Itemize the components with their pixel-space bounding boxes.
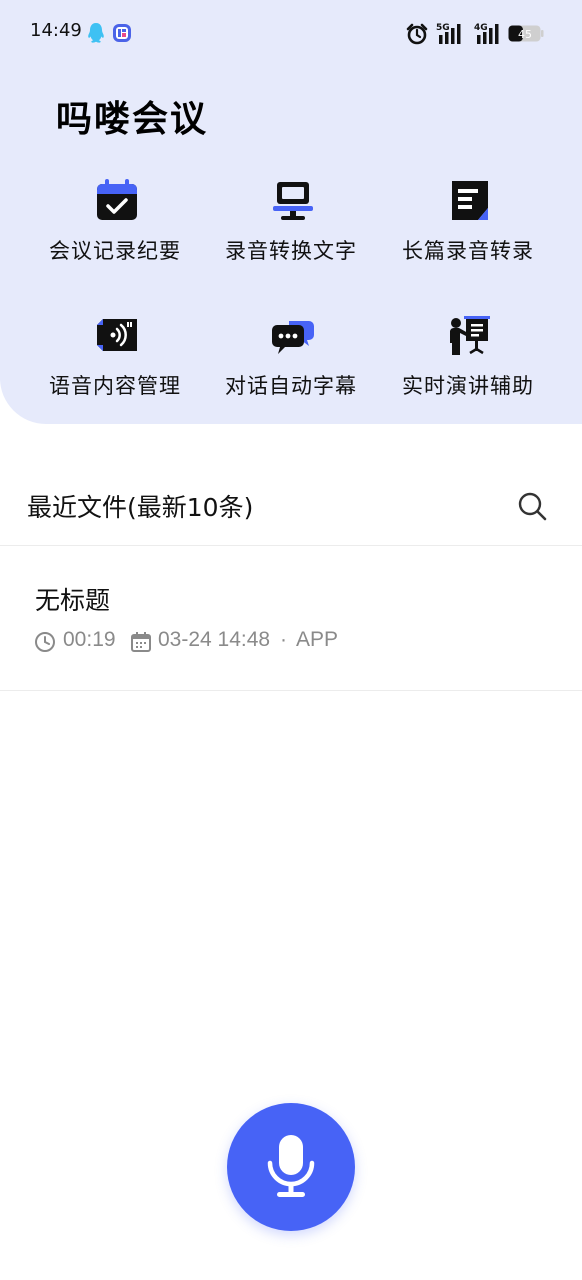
header-panel: 14:49 5G 4G 45 吗喽会议 会议记录纪要 录音转换文字 长篇录音转录… bbox=[0, 0, 582, 424]
voice-card-icon bbox=[95, 313, 139, 357]
svg-text:5G: 5G bbox=[436, 23, 450, 33]
recent-file-item[interactable]: 无标题 00:19 03-24 14:48 · APP bbox=[0, 547, 582, 691]
feature-voice-management[interactable]: 语音内容管理 bbox=[20, 313, 210, 413]
calendar-icon bbox=[130, 631, 152, 659]
clock-icon bbox=[34, 631, 56, 659]
app-screen: 14:49 5G 4G 45 吗喽会议 会议记录纪要 录音转换文字 长篇录音转录… bbox=[0, 0, 582, 1280]
presenter-icon bbox=[448, 313, 492, 357]
tieba-icon bbox=[112, 23, 132, 47]
svg-text:4G: 4G bbox=[474, 23, 488, 33]
calendar-check-icon bbox=[95, 178, 139, 222]
document-icon bbox=[448, 178, 492, 222]
recent-files-header: 最近文件(最新10条) bbox=[0, 470, 582, 546]
alarm-icon bbox=[406, 23, 428, 49]
file-source: APP bbox=[296, 628, 339, 651]
battery-icon: 45 bbox=[508, 25, 544, 42]
file-name: 无标题 bbox=[35, 586, 111, 615]
chat-bubbles-icon bbox=[271, 313, 315, 357]
file-duration: 00:19 bbox=[63, 628, 116, 651]
feature-audio-to-text[interactable]: 录音转换文字 bbox=[196, 178, 386, 278]
feature-speech-assist[interactable]: 实时演讲辅助 bbox=[373, 313, 563, 413]
meta-separator: · bbox=[280, 628, 287, 651]
feature-label: 对话自动字幕 bbox=[225, 374, 357, 398]
monitor-icon bbox=[271, 178, 315, 222]
feature-label: 语音内容管理 bbox=[49, 374, 181, 398]
feature-label: 录音转换文字 bbox=[225, 239, 357, 263]
qq-icon bbox=[86, 22, 106, 48]
status-time: 14:49 bbox=[30, 20, 82, 41]
feature-label: 长篇录音转录 bbox=[402, 239, 534, 263]
feature-label: 实时演讲辅助 bbox=[402, 374, 534, 398]
signal-5g-icon: 5G bbox=[436, 21, 468, 49]
signal-4g-icon: 4G bbox=[474, 21, 506, 49]
feature-label: 会议记录纪要 bbox=[49, 239, 181, 263]
status-bar: 14:49 5G 4G 45 bbox=[0, 0, 582, 66]
battery-level: 45 bbox=[518, 28, 532, 41]
feature-meeting-minutes[interactable]: 会议记录纪要 bbox=[20, 178, 210, 278]
record-button[interactable] bbox=[227, 1103, 355, 1231]
feature-long-recording[interactable]: 长篇录音转录 bbox=[373, 178, 563, 278]
recent-files-title: 最近文件(最新10条) bbox=[27, 493, 254, 522]
feature-auto-subtitles[interactable]: 对话自动字幕 bbox=[196, 313, 386, 413]
app-title: 吗喽会议 bbox=[56, 98, 209, 140]
file-date: 03-24 14:48 bbox=[158, 628, 271, 651]
search-icon[interactable] bbox=[516, 490, 548, 522]
